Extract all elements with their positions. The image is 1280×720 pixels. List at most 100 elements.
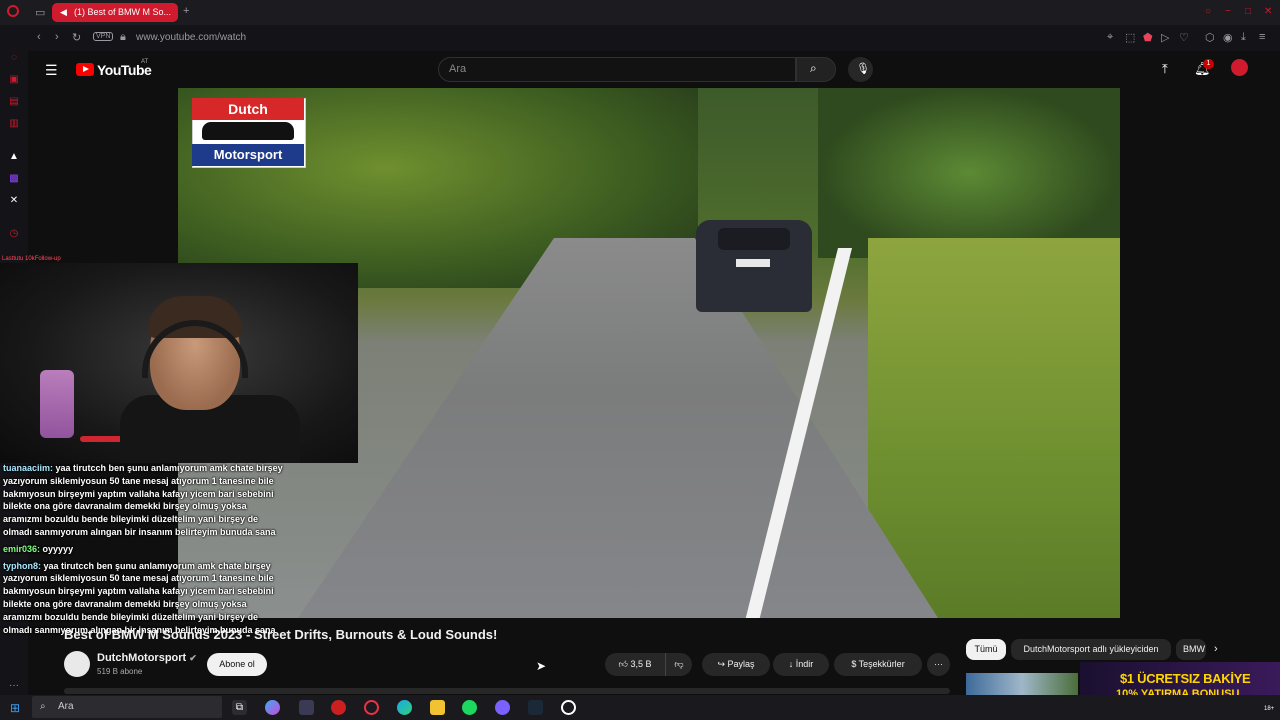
sidebar-x-icon[interactable]: ✕ [8,195,20,207]
close-window-icon[interactable]: ✕ [1264,6,1272,17]
sidebar-clock-icon[interactable]: ◷ [8,228,20,240]
taskbar-badge: 18+ [1264,706,1275,712]
account-avatar[interactable] [1231,59,1248,76]
bookmark-icon[interactable]: ⌖ [1107,31,1113,44]
sidebar-more-icon[interactable]: ··· [8,680,20,692]
easy-setup-icon[interactable]: ≡ [1259,31,1265,43]
sidebar-twitch-icon[interactable]: ▩ [8,173,20,185]
youtube-logo-icon[interactable] [76,63,94,76]
download-icon[interactable]: ⤓ [1241,31,1246,44]
microphone-icon: 🎙︎ [856,63,870,75]
search-tabs-icon[interactable]: ○ [1205,6,1211,17]
subscribe-button[interactable]: Abone ol [207,653,267,676]
ad-headline: $1 ÜCRETSIZ BAKİYE [1120,671,1251,686]
voice-search-button[interactable]: 🎙︎ [848,57,873,82]
recommended-video-thumbnail[interactable] [966,673,1078,695]
chat-text: yaa tirutcch ben şunu anlamıyorum amk ch… [3,560,276,635]
file-explorer-icon[interactable] [430,700,445,715]
snapshot-icon[interactable]: ⬚ [1125,31,1135,44]
forward-icon[interactable]: › [55,31,59,43]
sidebar-bag-icon[interactable]: ▣ [8,74,20,86]
thumbs-down-icon: 👎︎ [674,659,684,669]
video-license-plate [736,259,770,267]
watermark-car-icon [202,122,294,140]
youtube-music-icon[interactable] [331,700,346,715]
sidebar-chat-icon[interactable]: ▤ [8,96,20,108]
tab-active[interactable]: ◀ (1) Best of BMW M So... [52,3,178,22]
player-icon[interactable]: ▷ [1161,31,1169,44]
thanks-button[interactable]: $ Teşekkürler [834,653,922,676]
watermark-bottom-text: Motorsport [192,144,304,166]
sidebar-news-icon[interactable]: ▥ [8,118,20,130]
opera-taskbar-icon[interactable] [364,700,379,715]
hamburger-menu-icon[interactable]: ☰ [45,62,58,79]
share-button[interactable]: ↪ Paylaş [702,653,770,676]
lock-icon[interactable]: 🔒︎ [120,31,126,44]
country-code: AT [141,59,149,65]
mouse-cursor-icon: ➤ [536,659,547,673]
like-count: 3,5 B [630,659,652,669]
app-icon[interactable] [299,700,314,715]
steam-icon[interactable] [528,700,543,715]
sidebar-aria-icon[interactable]: ◌ [8,52,20,64]
dislike-button[interactable]: 👎︎ [665,653,692,676]
super-thanks-icon: $ [851,659,857,669]
obs-icon[interactable] [561,700,576,715]
chat-text: oyyyyy [42,543,74,554]
edge-icon[interactable] [397,700,412,715]
chevron-right-icon[interactable]: › [1214,643,1218,655]
notification-badge: 1 [1203,59,1214,69]
windows-start-icon[interactable]: ⊞ [10,701,20,715]
create-icon[interactable]: ⤒ [1162,61,1168,77]
adblock-icon[interactable]: ⬟ [1143,31,1153,44]
subscriber-count: 519 B abone [97,667,143,676]
video-grass [868,238,1120,618]
chip-bmw[interactable]: BMW [1176,639,1206,660]
url-field[interactable]: www.youtube.com/watch [136,32,246,43]
task-view-icon[interactable]: ⧉ [232,700,247,715]
chat-text: yaa tirutcch ben şunu anlamıyorum amk ch… [3,463,283,537]
extensions-icon[interactable]: ⬡ [1205,31,1215,44]
chat-overlay: tuanaaciim: yaa tirutcch ben şunu anlamı… [3,462,283,640]
minimize-icon[interactable]: − [1225,6,1231,17]
channel-name[interactable]: DutchMotorsport ✔ [97,652,197,664]
thanks-label: Teşekkürler [858,659,905,669]
video-forest-right [818,88,1120,258]
thumbs-up-icon: 👍︎ [618,659,628,669]
vpn-badge[interactable]: VPN [93,32,114,41]
reload-icon[interactable]: ↻ [72,31,81,44]
webcam-label: Lasttutu 10kFollow-up [2,256,61,262]
share-label: Paylaş [727,659,755,669]
copilot-icon[interactable] [265,700,280,715]
download-button[interactable]: ↓ İndir [773,653,829,676]
discord-icon[interactable] [495,700,510,715]
tab-menu-icon[interactable]: ▭ [35,6,45,19]
search-icon: ⌕ [810,61,817,75]
opera-logo-icon[interactable] [7,5,19,17]
chat-message: tuanaaciim: yaa tirutcch ben şunu anlamı… [3,462,283,539]
search-input[interactable]: Ara [438,57,796,82]
channel-name-text: DutchMotorsport [97,652,187,664]
sidebar-arc-icon[interactable]: ▲ [8,151,20,163]
spotify-icon[interactable] [462,700,477,715]
video-road [298,238,938,618]
heart-icon[interactable]: ♡ [1179,31,1189,44]
search-icon: ⌕ [40,701,46,712]
new-tab-icon[interactable]: + [183,5,189,17]
channel-avatar[interactable] [64,651,90,677]
chip-all[interactable]: Tümü [966,639,1006,660]
description-box[interactable] [64,688,950,694]
chip-uploader[interactable]: DutchMotorsport adlı yükleyiciden [1011,639,1171,660]
taskbar-search[interactable]: ⌕ Ara [32,696,222,718]
share-icon: ↪ [717,659,725,669]
maximize-icon[interactable]: □ [1245,6,1251,17]
more-actions-button[interactable]: ··· [927,653,950,676]
browser-tab-bar [0,0,1280,25]
back-icon[interactable]: ‹ [37,31,41,43]
profile-icon[interactable]: ◉ [1223,31,1233,44]
chat-message: typhon8: yaa tirutcch ben şunu anlamıyor… [3,560,283,637]
speaker-icon: ◀ [60,7,67,17]
video-car-window [718,228,790,250]
like-button[interactable]: 👍︎ 3,5 B [605,653,665,676]
search-button[interactable]: ⌕ [796,57,836,82]
